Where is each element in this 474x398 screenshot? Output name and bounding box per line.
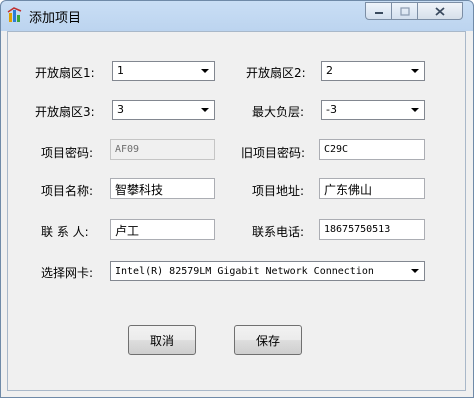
nic-label: 选择网卡:	[41, 266, 94, 280]
old-project-password-value: C29C	[324, 144, 349, 155]
minimize-icon	[374, 12, 383, 14]
phone-value: 18675750513	[324, 224, 391, 235]
chevron-down-icon	[411, 69, 419, 73]
sector1-value: 1	[117, 64, 124, 77]
chevron-down-icon	[411, 108, 419, 112]
sector2-label: 开放扇区2:	[246, 66, 306, 80]
close-button[interactable]	[417, 2, 463, 20]
project-password-value: AF09	[115, 144, 140, 155]
max-floor-value: -3	[326, 103, 337, 116]
app-icon	[7, 7, 22, 22]
old-project-password-field[interactable]: C29C	[319, 139, 425, 160]
contact-value: 卢工	[115, 224, 140, 238]
title-bar[interactable]: 添加项目	[1, 1, 473, 29]
max-floor-select[interactable]: -3	[321, 100, 425, 120]
dialog-window: 添加项目 开放扇区1: 1 开放扇区2: 2 开放扇区3: 3 最大负层: -3…	[0, 0, 474, 398]
window-title: 添加项目	[29, 11, 82, 26]
project-name-label: 项目名称:	[41, 184, 94, 198]
phone-field[interactable]: 18675750513	[319, 219, 425, 240]
sector1-label: 开放扇区1:	[35, 66, 95, 80]
max-floor-label: 最大负层:	[252, 105, 305, 119]
sector2-value: 2	[326, 64, 333, 77]
maximize-button[interactable]	[391, 2, 418, 20]
project-address-value: 广东佛山	[324, 183, 373, 197]
contact-label: 联 系 人:	[41, 225, 89, 239]
chevron-down-icon	[201, 69, 209, 73]
project-address-label: 项目地址:	[252, 184, 305, 198]
project-password-field: AF09	[110, 139, 215, 160]
save-button[interactable]: 保存	[234, 325, 302, 355]
project-address-field[interactable]: 广东佛山	[319, 178, 425, 199]
project-password-label: 项目密码:	[41, 146, 94, 160]
sector2-select[interactable]: 2	[321, 61, 425, 81]
nic-value: Intel(R) 82579LM Gigabit Network Connect…	[115, 266, 374, 277]
minimize-button[interactable]	[365, 2, 392, 20]
nic-select[interactable]: Intel(R) 82579LM Gigabit Network Connect…	[110, 261, 425, 281]
chevron-down-icon	[411, 269, 419, 273]
sector3-label: 开放扇区3:	[35, 105, 95, 119]
dialog-client-area: 开放扇区1: 1 开放扇区2: 2 开放扇区3: 3 最大负层: -3 项目密码…	[7, 31, 466, 391]
chevron-down-icon	[201, 108, 209, 112]
phone-label: 联系电话:	[252, 225, 305, 239]
old-project-password-label: 旧项目密码:	[241, 146, 306, 160]
cancel-button[interactable]: 取消	[128, 325, 196, 355]
project-name-value: 智攀科技	[115, 183, 164, 197]
sector1-select[interactable]: 1	[112, 61, 215, 81]
sector3-select[interactable]: 3	[112, 100, 215, 120]
project-name-field[interactable]: 智攀科技	[110, 178, 215, 199]
sector3-value: 3	[117, 103, 124, 116]
contact-field[interactable]: 卢工	[110, 219, 215, 240]
maximize-icon	[399, 6, 410, 16]
close-icon	[435, 6, 445, 16]
